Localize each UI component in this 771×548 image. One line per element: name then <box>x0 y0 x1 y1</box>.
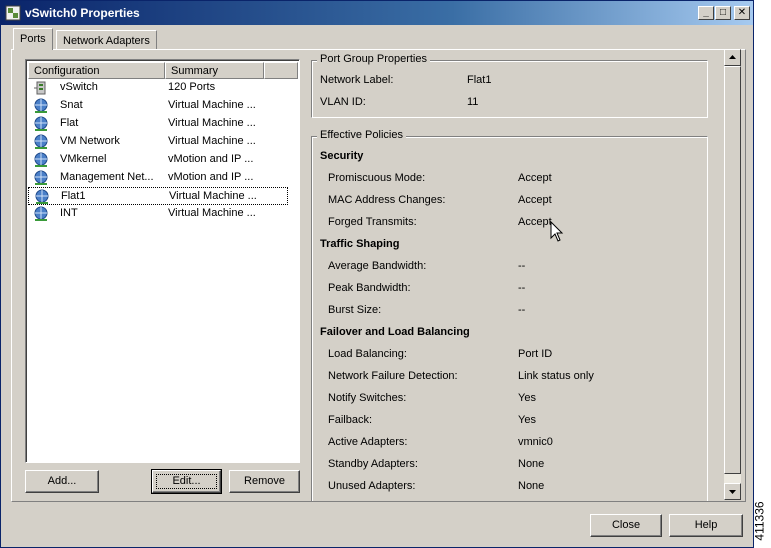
minimize-button[interactable]: _ <box>698 6 714 20</box>
traffic-shaping-heading: Traffic Shaping <box>320 238 400 250</box>
forged-transmits-value: Accept <box>518 216 552 228</box>
network-label-key: Network Label: <box>320 74 394 86</box>
promiscuous-mode-key: Promiscuous Mode: <box>328 172 426 184</box>
average-bandwidth-key: Average Bandwidth: <box>328 260 427 272</box>
list-item[interactable]: VM Network Virtual Machine ... <box>28 133 288 151</box>
peak-bandwidth-value: -- <box>518 282 526 294</box>
network-label-value: Flat1 <box>467 74 492 86</box>
peak-bandwidth-key: Peak Bandwidth: <box>328 282 411 294</box>
column-header-summary[interactable]: Summary <box>165 62 264 79</box>
standby-adapters-value: None <box>518 458 545 470</box>
arrow-up-icon <box>729 55 736 59</box>
port-group-icon <box>34 98 48 113</box>
arrow-down-icon <box>729 490 736 494</box>
standby-adapters-key: Standby Adapters: <box>328 458 418 470</box>
effective-policies-legend: Effective Policies <box>317 129 406 141</box>
list-item-summary: Virtual Machine ... <box>168 99 256 111</box>
average-bandwidth-value: -- <box>518 260 526 272</box>
title-bar[interactable]: vSwitch0 Properties _ □ ✕ <box>1 1 753 25</box>
remove-button[interactable]: Remove <box>229 470 300 493</box>
list-item-name: Snat <box>60 99 83 111</box>
load-balancing-key: Load Balancing: <box>328 348 407 360</box>
scroll-down-button[interactable] <box>724 483 741 500</box>
vlan-id-key: VLAN ID: <box>320 96 366 108</box>
mac-address-changes-key: MAC Address Changes: <box>328 194 446 206</box>
properties-window: vSwitch0 Properties _ □ ✕ Ports Network … <box>0 0 754 548</box>
unused-adapters-value: None <box>518 480 545 492</box>
list-item-summary: vMotion and IP ... <box>168 171 254 183</box>
list-item[interactable]: Flat Virtual Machine ... <box>28 115 288 133</box>
list-item-selected[interactable]: Flat1 Virtual Machine ... <box>28 187 288 205</box>
notify-switches-key: Notify Switches: <box>328 392 407 404</box>
add-button[interactable]: Add... <box>25 470 99 493</box>
notify-switches-value: Yes <box>518 392 536 404</box>
column-header-filler <box>264 62 298 79</box>
list-item-summary: Virtual Machine ... <box>169 190 257 202</box>
list-item-summary: Virtual Machine ... <box>168 117 256 129</box>
security-heading: Security <box>320 150 364 162</box>
forged-transmits-key: Forged Transmits: <box>328 216 417 228</box>
mouse-cursor-icon <box>550 221 564 242</box>
tab-network-adapters[interactable]: Network Adapters <box>56 30 157 50</box>
vswitch-icon <box>34 81 46 95</box>
port-group-icon <box>34 206 48 221</box>
port-group-properties-group <box>311 60 708 118</box>
list-item-summary: 120 Ports <box>168 81 216 93</box>
scroll-up-button[interactable] <box>724 49 741 66</box>
port-group-icon <box>34 152 48 167</box>
port-group-properties-legend: Port Group Properties <box>317 53 430 65</box>
figure-id-label: 411336 <box>752 501 767 541</box>
vertical-scrollbar[interactable] <box>724 49 741 500</box>
failback-value: Yes <box>518 414 536 426</box>
active-adapters-key: Active Adapters: <box>328 436 408 448</box>
port-group-icon <box>34 134 48 149</box>
load-balancing-value: Port ID <box>518 348 553 360</box>
active-adapters-value: vmnic0 <box>518 436 553 448</box>
burst-size-value: -- <box>518 304 526 316</box>
close-button[interactable]: Close <box>590 514 662 537</box>
list-item-summary: Virtual Machine ... <box>168 135 256 147</box>
list-item-summary: Virtual Machine ... <box>168 207 256 219</box>
window-title: vSwitch0 Properties <box>25 6 140 20</box>
burst-size-key: Burst Size: <box>328 304 382 316</box>
list-item[interactable]: Snat Virtual Machine ... <box>28 97 288 115</box>
mac-address-changes-value: Accept <box>518 194 552 206</box>
list-item[interactable]: VMkernel vMotion and IP ... <box>28 151 288 169</box>
list-item-summary: vMotion and IP ... <box>168 153 254 165</box>
help-button[interactable]: Help <box>669 514 743 537</box>
failover-heading: Failover and Load Balancing <box>320 326 470 338</box>
list-item[interactable]: Management Net... vMotion and IP ... <box>28 169 288 187</box>
list-item[interactable]: vSwitch 120 Ports <box>28 79 288 97</box>
network-failure-detection-key: Network Failure Detection: <box>328 370 458 382</box>
port-group-icon <box>35 189 49 204</box>
vlan-id-value: 11 <box>467 96 479 108</box>
list-item-name: Flat <box>60 117 79 129</box>
scroll-thumb[interactable] <box>724 66 741 474</box>
port-group-icon <box>34 170 48 185</box>
close-window-button[interactable]: ✕ <box>734 6 750 20</box>
port-list[interactable]: Configuration Summary vSwitch 120 Ports … <box>25 59 300 463</box>
list-item-name: Flat1 <box>61 190 86 202</box>
list-item-name: vSwitch <box>60 81 98 93</box>
edit-button[interactable]: Edit... <box>151 469 222 494</box>
promiscuous-mode-value: Accept <box>518 172 552 184</box>
tab-ports[interactable]: Ports <box>13 28 53 50</box>
list-item-name: VM Network <box>60 135 120 147</box>
port-group-icon <box>34 116 48 131</box>
failback-key: Failback: <box>328 414 373 426</box>
column-header-configuration[interactable]: Configuration <box>28 62 165 79</box>
list-item-name: VMkernel <box>60 153 107 165</box>
list-item-name: INT <box>60 207 78 219</box>
list-item[interactable]: INT Virtual Machine ... <box>28 205 288 223</box>
maximize-button[interactable]: □ <box>715 6 731 20</box>
unused-adapters-key: Unused Adapters: <box>328 480 416 492</box>
list-item-name: Management Net... <box>60 171 154 183</box>
vswitch-app-icon <box>5 5 21 21</box>
network-failure-detection-value: Link status only <box>518 370 594 382</box>
